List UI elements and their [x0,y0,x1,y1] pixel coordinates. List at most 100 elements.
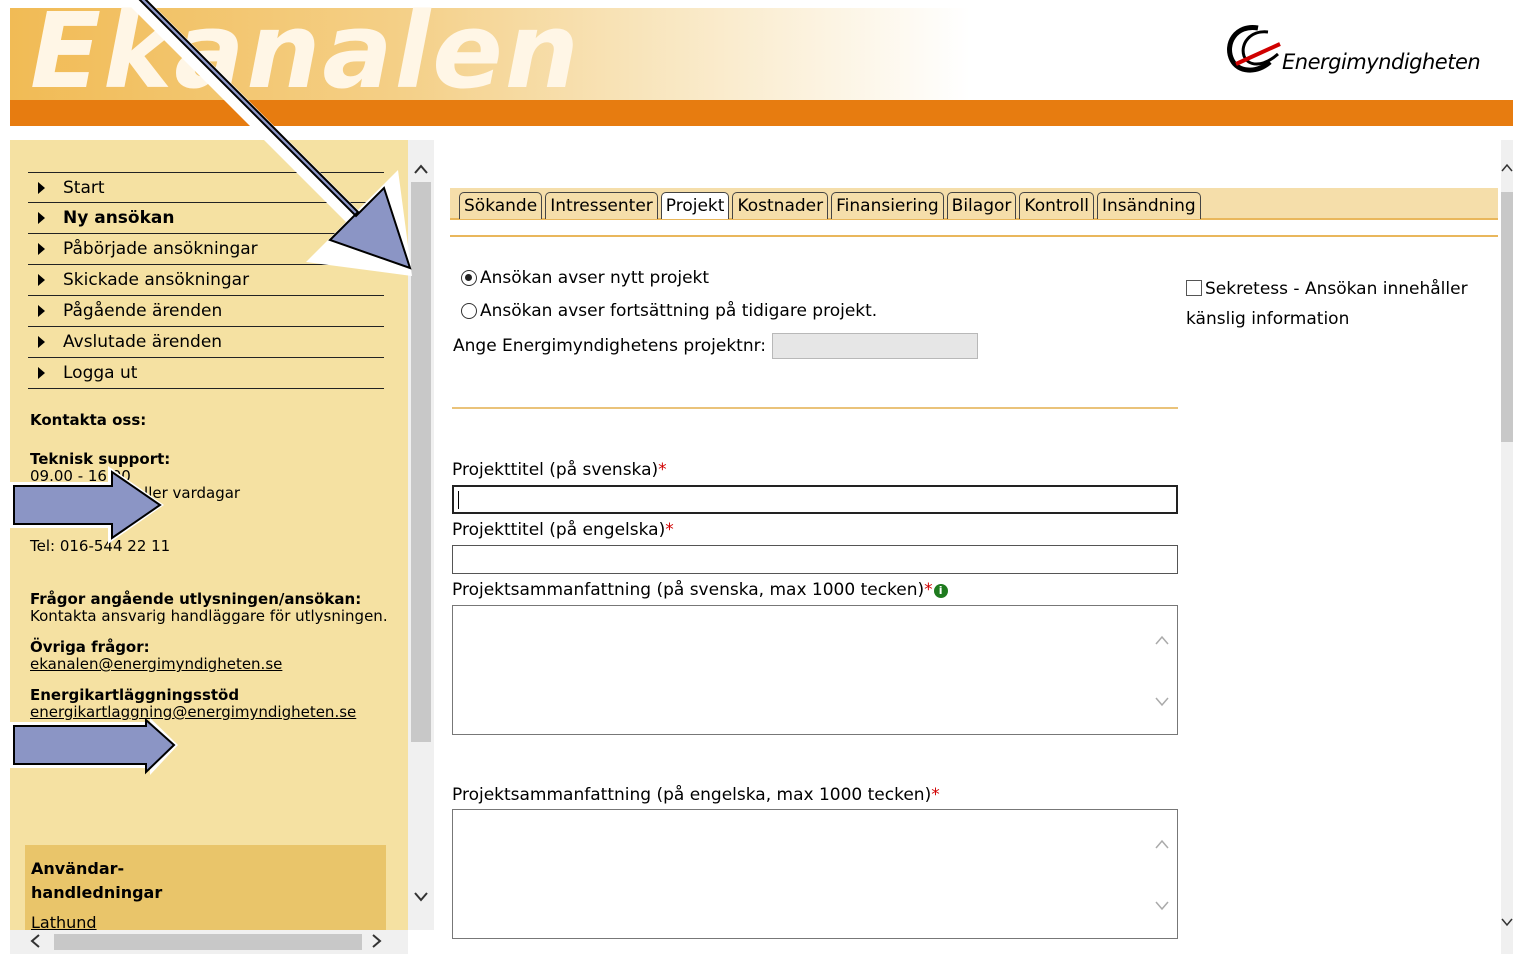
main-content: Sökande Intressenter Projekt Kostnader F… [443,140,1513,954]
manuals-title-line: handledningar [31,883,163,902]
secrecy-label: Sekretess - Ansökan innehåller känslig i… [1186,279,1468,329]
energimyndigheten-logo-icon [1227,25,1281,73]
nav-item-skickade[interactable]: Skickade ansökningar [28,265,384,296]
nav-label: Start [63,177,105,198]
sidebar-scroll-thumb[interactable] [411,182,431,742]
scroll-up-icon[interactable] [1501,162,1513,174]
sidebar-hscroll-thumb[interactable] [54,934,362,950]
scroll-down-icon[interactable] [414,892,428,902]
header-bar [10,100,1513,126]
required-mark: * [924,580,933,600]
scroll-up-icon[interactable] [1155,634,1169,648]
label-text: Projektsammanfattning (på engelska, max … [452,785,932,805]
radio-continuation-project[interactable]: Ansökan avser fortsättning på tidigare p… [461,301,877,321]
caret-right-icon [38,305,45,317]
radio-button-checked[interactable] [461,270,477,286]
tech-support-heading: Teknisk support: [30,450,171,468]
scroll-right-icon[interactable] [372,934,382,948]
questions-text: Kontakta ansvarig handläggare för utlysn… [30,607,388,625]
mapping-email-link[interactable]: energikartlaggning@energimyndigheten.se [30,704,400,721]
header: Ekanalen Energimyndigheten [0,0,1513,126]
tab-sokande[interactable]: Sökande [459,192,543,219]
nav-item-paborjade[interactable]: Påbörjade ansökningar [28,234,384,265]
caret-right-icon [38,212,45,224]
radio-label: Ansökan avser nytt projekt [480,268,710,288]
label-text: Projekttitel (på svenska) [452,460,659,480]
other-questions-heading: Övriga frågor: [30,638,150,656]
radio-label: Ansökan avser fortsättning på tidigare p… [480,301,878,321]
banner: Ekanalen [10,0,970,112]
nav-item-ny-ansokan[interactable]: Ny ansökan [28,203,384,234]
caret-right-icon [38,367,45,379]
caret-right-icon [38,243,45,255]
nav-label: Skickade ansökningar [63,270,250,290]
tab-kontroll[interactable]: Kontroll [1019,192,1094,219]
scroll-down-icon[interactable] [1155,898,1169,912]
title-en-input[interactable] [452,545,1178,574]
mapping-heading: Energikartläggningsstöd [30,686,240,704]
scroll-up-icon[interactable] [414,164,428,174]
title-sv-label: Projekttitel (på svenska)* [452,460,667,480]
logo-text: Energimyndigheten [1282,50,1481,74]
banner-title: Ekanalen [30,0,581,112]
required-mark: * [658,460,667,480]
label-text: Projekttitel (på engelska) [452,520,666,540]
tab-bilagor[interactable]: Bilagor [946,192,1017,219]
secrecy-checkbox[interactable] [1186,280,1202,296]
radio-new-project[interactable]: Ansökan avser nytt projekt [461,268,709,288]
tab-finansiering[interactable]: Finansiering [831,192,944,219]
title-en-label: Projekttitel (på engelska)* [452,520,674,540]
main-scroll-thumb[interactable] [1501,192,1513,442]
caret-right-icon [38,336,45,348]
scroll-down-icon[interactable] [1501,916,1513,928]
section-divider [452,407,1178,409]
manuals-title: Användar- handledningar [31,857,162,905]
contact-section: Kontakta oss: Teknisk support: 09.00 - 1… [30,412,400,721]
scroll-up-icon[interactable] [1155,838,1169,852]
support-hours-note: före helgdagar) [30,501,147,519]
sidebar-nav: Start Ny ansökan Påbörjade ansökningar S… [28,172,384,389]
nav-item-logga-ut[interactable]: Logga ut [28,358,384,389]
main-vertical-scrollbar[interactable] [1501,140,1513,954]
title-sv-input[interactable] [452,485,1178,514]
manuals-box: Användar- handledningar Lathund [25,845,386,930]
nav-label: Ny ansökan [63,208,175,228]
sidebar-vertical-scrollbar[interactable] [408,140,434,930]
nav-label: Avslutade ärenden [63,332,223,352]
caret-right-icon [38,274,45,286]
summary-en-label: Projektsammanfattning (på engelska, max … [452,785,940,805]
scroll-left-icon[interactable] [30,934,40,948]
manuals-title-line: Användar- [31,859,125,878]
other-questions-email-link[interactable]: ekanalen@energimyndigheten.se [30,656,400,673]
nav-item-pagaende[interactable]: Pågående ärenden [28,296,384,327]
nav-label: Påbörjade ansökningar [63,239,258,259]
tab-insandning[interactable]: Insändning [1097,192,1201,219]
summary-en-textarea[interactable] [452,809,1178,939]
lathund-link[interactable]: Lathund [31,913,97,930]
support-hours: 09.00 - 16.00 [30,467,131,485]
tabs-divider [450,235,1498,237]
tab-kostnader[interactable]: Kostnader [732,192,829,219]
support-phone: Tel: 016-544 22 11 [30,537,171,555]
nav-item-start[interactable]: Start [28,172,384,203]
sidebar-horizontal-scrollbar[interactable] [10,930,408,954]
support-hours-note: (ej helgdagar eller vardagar [30,484,241,502]
project-number-label: Ange Energimyndighetens projektnr: [453,336,767,356]
required-mark: * [931,785,940,805]
info-icon[interactable]: i [933,584,948,598]
label-text: Projektsammanfattning (på svenska, max 1… [452,580,925,600]
sidebar-frame: Start Ny ansökan Påbörjade ansökningar S… [10,140,434,954]
project-number-input[interactable] [772,333,979,359]
secrecy-checkbox-row[interactable]: Sekretess - Ansökan innehåller känslig i… [1186,274,1506,334]
radio-button[interactable] [461,303,477,319]
summary-sv-label: Projektsammanfattning (på svenska, max 1… [452,580,948,600]
nav-item-avslutade[interactable]: Avslutade ärenden [28,327,384,358]
summary-sv-textarea[interactable] [452,605,1178,735]
nav-label: Logga ut [63,363,138,383]
scroll-down-icon[interactable] [1155,694,1169,708]
tab-projekt[interactable]: Projekt [660,192,730,219]
caret-right-icon [38,181,45,194]
sidebar: Start Ny ansökan Påbörjade ansökningar S… [10,140,408,930]
tab-intressenter[interactable]: Intressenter [545,192,658,219]
questions-heading: Frågor angående utlysningen/ansökan: [30,590,362,608]
